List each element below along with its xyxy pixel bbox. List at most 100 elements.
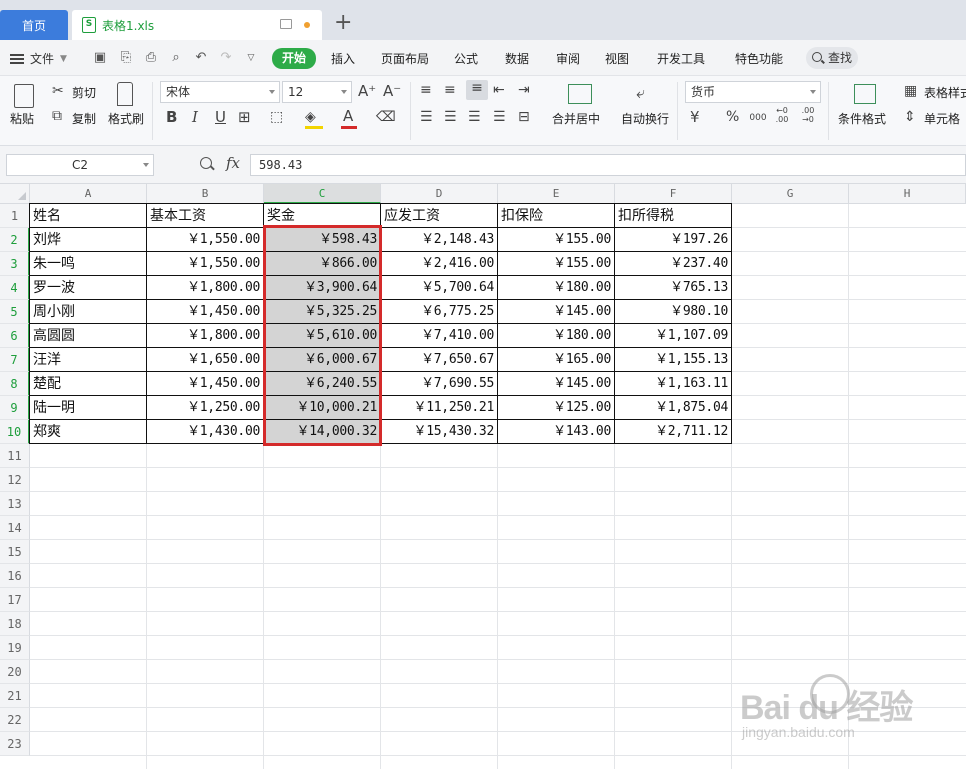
tab-review[interactable]: 审阅	[556, 49, 580, 69]
table-cell[interactable]: ￥10,000.21	[264, 396, 380, 419]
number-format-select[interactable]: 货币	[685, 81, 821, 103]
thousands-format-button[interactable]: 000	[748, 110, 768, 126]
print-preview-icon[interactable]: ⌕	[168, 50, 184, 66]
cell-header-d[interactable]: 应发工资	[381, 204, 498, 228]
table-cell[interactable]: ￥155.00	[498, 252, 614, 275]
column-header-e[interactable]: E	[498, 184, 615, 204]
table-style-button[interactable]: 表格样式	[924, 84, 966, 101]
row-header-6[interactable]: 6	[0, 324, 30, 348]
merge-center-icon[interactable]	[568, 84, 592, 104]
tab-insert[interactable]: 插入	[331, 49, 355, 69]
row-header-3[interactable]: 3	[0, 252, 30, 276]
table-cell[interactable]: ￥2,711.12	[615, 420, 731, 443]
zoom-formula-icon[interactable]	[200, 157, 212, 169]
decrease-font-icon[interactable]: A⁻	[383, 83, 401, 99]
table-cell[interactable]: ￥3,900.64	[264, 276, 380, 299]
row-header-7[interactable]: 7	[0, 348, 30, 372]
column-header-b[interactable]: B	[147, 184, 264, 204]
monitor-icon[interactable]	[280, 19, 292, 29]
insert-function-button[interactable]: fx	[226, 154, 240, 172]
table-cell[interactable]: ￥598.43	[264, 228, 380, 251]
table-cell[interactable]: ￥1,550.00	[147, 252, 263, 275]
spreadsheet-grid[interactable]: A B C D E F G H 1 2 3 4 5 6 7 8 9 10 11 12 13 14 15 16 17 18 19 20 2…	[0, 184, 966, 769]
align-right-icon[interactable]: ☰	[468, 109, 481, 125]
table-cell[interactable]: ￥7,690.55	[381, 372, 497, 395]
table-cell[interactable]: ￥2,416.00	[381, 252, 497, 275]
table-cell[interactable]: ￥1,800.00	[147, 276, 263, 299]
row-header-10[interactable]: 10	[0, 420, 30, 444]
tab-home-ribbon[interactable]: 开始	[272, 48, 317, 69]
row-header-5[interactable]: 5	[0, 300, 30, 324]
table-cell[interactable]: ￥180.00	[498, 324, 614, 347]
paste-button[interactable]: 粘贴	[10, 110, 34, 127]
align-center-icon[interactable]: ☰	[444, 109, 457, 125]
table-cell[interactable]: ￥1,650.00	[147, 348, 263, 371]
percent-format-button[interactable]: %	[726, 109, 739, 125]
tab-home[interactable]: 首页	[0, 10, 68, 40]
table-cell[interactable]: ￥1,875.04	[615, 396, 731, 419]
cell-header-c[interactable]: 奖金	[264, 204, 381, 228]
table-cell[interactable]: ￥180.00	[498, 276, 614, 299]
decrease-indent-icon[interactable]: ⇤	[493, 82, 505, 98]
bold-button[interactable]: B	[166, 109, 177, 125]
table-cell[interactable]: ￥155.00	[498, 228, 614, 251]
row-header-17[interactable]: 17	[0, 588, 30, 612]
row-header-22[interactable]: 22	[0, 708, 30, 732]
row-header-14[interactable]: 14	[0, 516, 30, 540]
table-cell[interactable]: 刘烨	[30, 228, 146, 251]
table-cell[interactable]: ￥7,650.67	[381, 348, 497, 371]
tab-data[interactable]: 数据	[505, 49, 529, 69]
align-left-icon[interactable]: ☰	[420, 109, 433, 125]
font-size-select[interactable]: 12	[282, 81, 352, 103]
table-cell[interactable]: 陆一明	[30, 396, 146, 419]
cell-header-a[interactable]: 姓名	[30, 204, 147, 228]
format-painter-icon[interactable]	[117, 82, 133, 106]
row-header-19[interactable]: 19	[0, 636, 30, 660]
copy-button[interactable]: 复制	[72, 110, 96, 127]
table-cell[interactable]: 朱一鸣	[30, 252, 146, 275]
scissors-icon[interactable]: ✂	[52, 83, 64, 99]
cell-header-b[interactable]: 基本工资	[147, 204, 264, 228]
table-cell[interactable]: ￥5,700.64	[381, 276, 497, 299]
row-header-2[interactable]: 2	[0, 228, 30, 252]
font-name-select[interactable]: 宋体	[160, 81, 280, 103]
wrap-text-button[interactable]: 自动换行	[621, 110, 669, 127]
name-box[interactable]: C2	[6, 154, 154, 176]
customize-toolbar-icon[interactable]: ▽	[243, 50, 259, 66]
row-header-12[interactable]: 12	[0, 468, 30, 492]
row-header-4[interactable]: 4	[0, 276, 30, 300]
row-header-16[interactable]: 16	[0, 564, 30, 588]
table-cell[interactable]: 周小刚	[30, 300, 146, 323]
italic-button[interactable]: I	[192, 109, 198, 125]
table-cell[interactable]: ￥237.40	[615, 252, 731, 275]
cut-button[interactable]: 剪切	[72, 84, 96, 101]
new-tab-button[interactable]: +	[334, 12, 352, 34]
tab-view[interactable]: 视图	[605, 49, 629, 69]
table-cell[interactable]: ￥5,610.00	[264, 324, 380, 347]
column-header-h[interactable]: H	[849, 184, 966, 204]
format-painter-button[interactable]: 格式刷	[108, 110, 144, 127]
decrease-decimal-button[interactable]: .00 →0	[798, 106, 818, 124]
cell-style-icon[interactable]: ⇕	[904, 109, 916, 125]
table-cell[interactable]: ￥1,800.00	[147, 324, 263, 347]
table-cell[interactable]: ￥125.00	[498, 396, 614, 419]
save-icon[interactable]: ▣	[92, 50, 108, 66]
distribute-icon[interactable]: ⊟	[518, 109, 530, 125]
column-header-d[interactable]: D	[381, 184, 498, 204]
cell-header-e[interactable]: 扣保险	[498, 204, 615, 228]
table-cell[interactable]: 郑爽	[30, 420, 146, 443]
tab-developer[interactable]: 开发工具	[657, 49, 705, 69]
table-cell[interactable]: ￥2,148.43	[381, 228, 497, 251]
table-cell[interactable]: ￥1,107.09	[615, 324, 731, 347]
redo-icon[interactable]: ↷	[218, 50, 234, 66]
increase-font-icon[interactable]: A⁺	[358, 83, 376, 99]
table-cell[interactable]: ￥1,155.13	[615, 348, 731, 371]
table-cell[interactable]: ￥1,430.00	[147, 420, 263, 443]
eraser-icon[interactable]: ⌫	[376, 109, 396, 125]
column-header-c[interactable]: C	[264, 184, 381, 204]
tab-formulas[interactable]: 公式	[454, 49, 478, 69]
table-cell[interactable]: ￥1,450.00	[147, 300, 263, 323]
underline-button[interactable]: U	[215, 109, 226, 125]
table-cell[interactable]: ￥145.00	[498, 300, 614, 323]
table-cell[interactable]: ￥1,550.00	[147, 228, 263, 251]
